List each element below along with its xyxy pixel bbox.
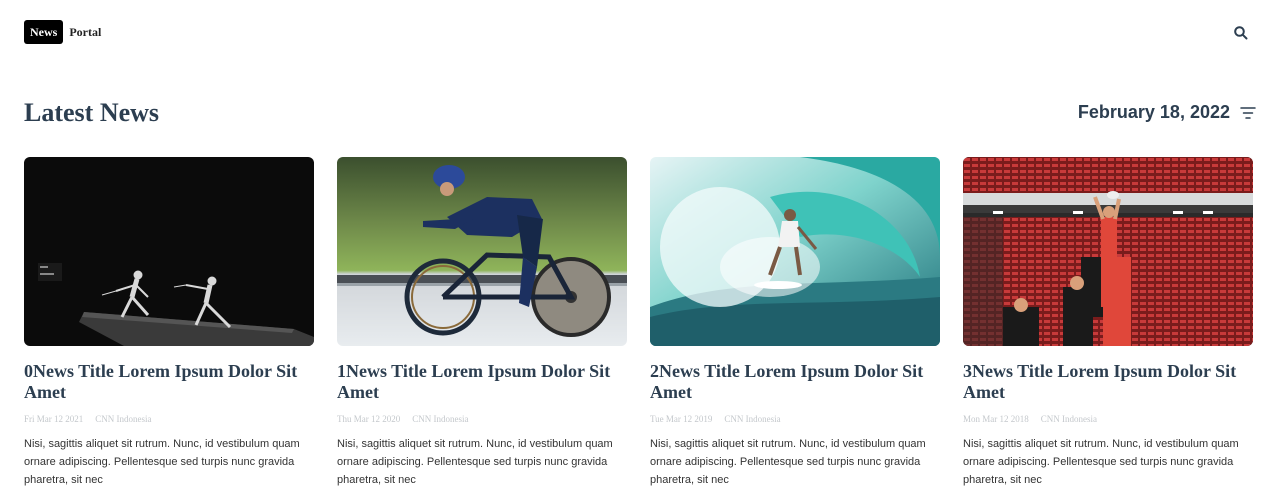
section-header: Latest News February 18, 2022 <box>0 66 1280 158</box>
surfer-image[interactable] <box>650 157 940 346</box>
fencing-image[interactable] <box>24 157 314 346</box>
article-excerpt: Nisi, sagittis aliquet sit rutrum. Nunc,… <box>24 438 300 486</box>
article-date: Mon Mar 12 2018 <box>963 414 1029 424</box>
article-source: CNN Indonesia <box>95 414 152 424</box>
news-card[interactable]: 0News Title Lorem Ipsum Dolor Sit Amet F… <box>24 157 314 500</box>
brand-badge: News <box>24 20 64 44</box>
article-title[interactable]: 1News Title Lorem Ipsum Dolor Sit Amet <box>337 361 627 403</box>
page-title: Latest News <box>24 98 160 127</box>
news-card[interactable]: 1News Title Lorem Ipsum Dolor Sit Amet T… <box>337 157 627 500</box>
article-date: Tue Mar 12 2019 <box>650 414 713 424</box>
article-meta: Mon Mar 12 2018 CNN Indonesia <box>963 414 1253 424</box>
news-card[interactable]: 3News Title Lorem Ipsum Dolor Sit Amet M… <box>963 157 1253 500</box>
filter-icon[interactable] <box>1240 106 1256 120</box>
article-date: Fri Mar 12 2021 <box>24 414 84 424</box>
rugby-image[interactable] <box>963 157 1253 346</box>
top-navbar: News Portal <box>0 0 1280 66</box>
article-title[interactable]: 3News Title Lorem Ipsum Dolor Sit Amet <box>963 361 1253 403</box>
cyclist-image[interactable] <box>337 157 627 346</box>
search-icon[interactable] <box>1233 25 1249 41</box>
article-meta: Tue Mar 12 2019 CNN Indonesia <box>650 414 940 424</box>
brand-logo[interactable]: News Portal <box>24 20 101 44</box>
article-date: Thu Mar 12 2020 <box>337 414 401 424</box>
article-source: CNN Indonesia <box>1040 414 1097 424</box>
news-card[interactable]: 2News Title Lorem Ipsum Dolor Sit Amet T… <box>650 157 940 500</box>
news-grid: 0News Title Lorem Ipsum Dolor Sit Amet F… <box>24 157 1253 500</box>
article-meta: Fri Mar 12 2021 CNN Indonesia <box>24 414 314 424</box>
article-excerpt: Nisi, sagittis aliquet sit rutrum. Nunc,… <box>650 438 926 486</box>
article-excerpt: Nisi, sagittis aliquet sit rutrum. Nunc,… <box>337 438 613 486</box>
article-title[interactable]: 2News Title Lorem Ipsum Dolor Sit Amet <box>650 361 940 403</box>
article-title[interactable]: 0News Title Lorem Ipsum Dolor Sit Amet <box>24 361 314 403</box>
date-filter[interactable]: February 18, 2022 <box>1078 102 1256 123</box>
article-source: CNN Indonesia <box>724 414 781 424</box>
date-label: February 18, 2022 <box>1077 102 1230 122</box>
article-meta: Thu Mar 12 2020 CNN Indonesia <box>337 414 627 424</box>
article-source: CNN Indonesia <box>412 414 469 424</box>
brand-name: Portal <box>69 24 102 39</box>
article-excerpt: Nisi, sagittis aliquet sit rutrum. Nunc,… <box>963 438 1239 486</box>
